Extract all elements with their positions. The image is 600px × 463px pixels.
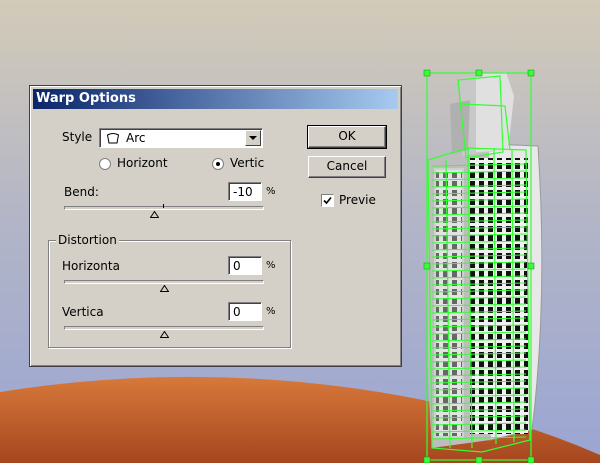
vertical-distortion-input[interactable]: 0 (228, 302, 262, 321)
horizontal-distortion-label: Horizonta (62, 259, 120, 273)
bend-percent: % (266, 186, 276, 197)
horizontal-distortion-input[interactable]: 0 (228, 256, 262, 275)
cancel-button[interactable]: Cancel (308, 156, 386, 178)
bend-input[interactable]: -10 (228, 182, 262, 201)
dialog-title[interactable]: Warp Options (33, 89, 398, 109)
horizontal-radio[interactable] (99, 158, 111, 170)
vertical-distortion-label: Vertica (62, 305, 104, 319)
style-dropdown[interactable]: Arc (99, 128, 263, 148)
bend-slider-thumb[interactable] (149, 211, 159, 218)
chevron-down-icon (249, 136, 257, 140)
vertical-radio[interactable] (212, 158, 224, 170)
bend-label: Bend: (64, 185, 99, 199)
preview-label[interactable]: Previe (339, 193, 376, 207)
bend-slider-center (163, 204, 164, 208)
vertical-radio-label[interactable]: Vertic (230, 156, 264, 170)
vertical-slider-track[interactable] (64, 326, 264, 330)
warp-options-dialog: Warp Options Style Arc Horizont Vertic B… (29, 85, 402, 367)
horizontal-radio-label[interactable]: Horizont (117, 156, 168, 170)
style-label: Style (62, 130, 93, 144)
arc-warp-icon (106, 133, 120, 144)
vertical-slider-thumb[interactable] (159, 331, 169, 338)
distortion-title: Distortion (56, 233, 119, 247)
style-value: Arc (126, 131, 146, 145)
vertical-percent: % (266, 306, 276, 317)
horizontal-percent: % (266, 260, 276, 271)
horizontal-slider-track[interactable] (64, 280, 264, 284)
bend-slider-track[interactable] (64, 206, 264, 210)
ok-button[interactable]: OK (307, 125, 387, 149)
preview-checkbox[interactable] (321, 194, 334, 207)
checkmark-icon (323, 196, 332, 205)
dropdown-button[interactable] (245, 130, 261, 146)
horizontal-slider-thumb[interactable] (159, 285, 169, 292)
